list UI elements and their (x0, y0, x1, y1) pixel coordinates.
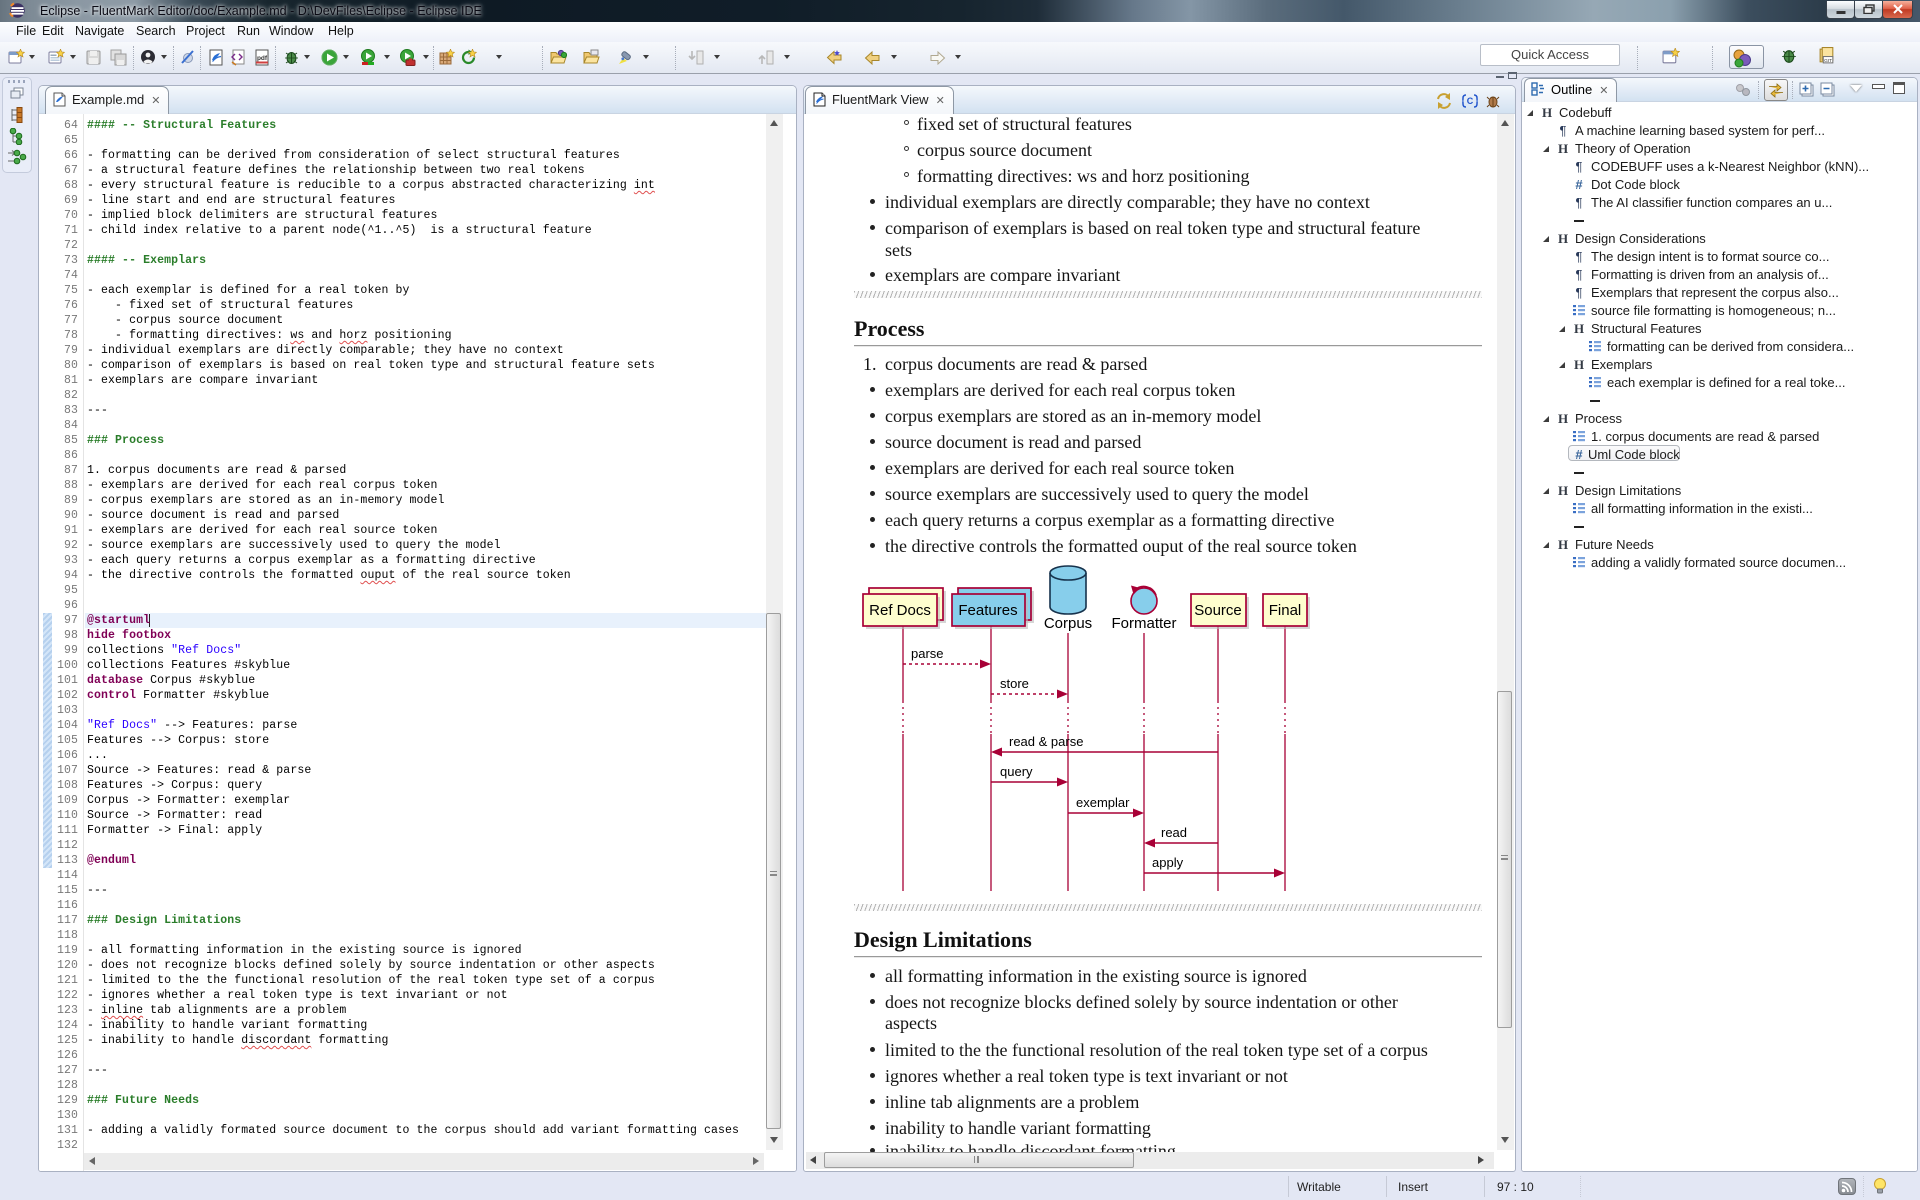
svg-text:Final: Final (1269, 602, 1302, 619)
svg-text:store: store (1000, 676, 1029, 691)
svg-text:Features: Features (958, 602, 1017, 619)
svg-text:parse: parse (911, 646, 944, 661)
svg-text:GIT: GIT (1824, 58, 1832, 64)
svg-text:exemplar: exemplar (1076, 795, 1130, 810)
svg-text:C: C (1467, 96, 1474, 106)
svg-text:pdf: pdf (257, 55, 268, 62)
svg-text:apply: apply (1152, 855, 1184, 870)
svg-text:Ref Docs: Ref Docs (869, 602, 931, 619)
svg-text:read: read (1161, 825, 1187, 840)
svg-text:Source: Source (1194, 602, 1242, 619)
svg-text:query: query (1000, 764, 1033, 779)
svg-text:Formatter: Formatter (1111, 615, 1176, 632)
svg-text:Corpus: Corpus (1044, 615, 1092, 632)
svg-text:read & parse: read & parse (1009, 734, 1083, 749)
